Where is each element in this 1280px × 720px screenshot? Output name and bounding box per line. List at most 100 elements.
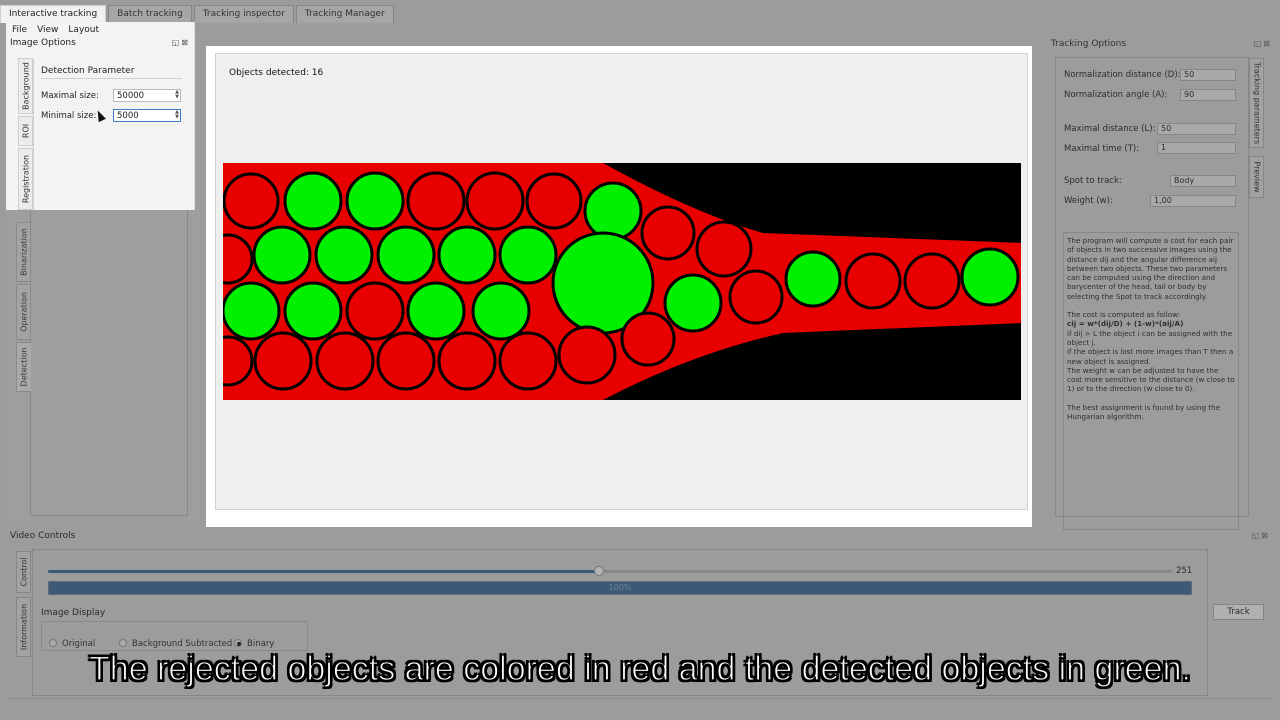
vtab-background[interactable]: Background — [18, 58, 33, 114]
image-options-dock-buttons[interactable]: ◱⊠ — [172, 38, 190, 47]
menu-file[interactable]: File — [12, 25, 27, 35]
vtab-information[interactable]: Information — [16, 597, 31, 657]
radio-background-subtracted[interactable]: Background Subtracted — [119, 639, 232, 649]
tracking-help-text: The program will compute a cost for each… — [1063, 232, 1239, 530]
tab-batch-tracking[interactable]: Batch tracking — [108, 5, 192, 23]
detection-parameter-title: Detection Parameter — [41, 66, 135, 76]
weight-spinbox[interactable]: 1,00 — [1150, 195, 1236, 207]
status-bar — [6, 698, 1274, 699]
maximal-size-label: Maximal size: — [41, 91, 99, 101]
tab-tracking-manager[interactable]: Tracking Manager — [295, 5, 394, 23]
tab-interactive-tracking[interactable]: Interactive tracking — [0, 5, 107, 23]
detected-object — [376, 225, 436, 285]
radio-original-label: Original — [62, 639, 96, 649]
vtab-control-label: Control — [19, 557, 28, 587]
detected-object — [471, 281, 531, 341]
minimal-size-spinbox[interactable]: 5000 ▲ ▼ — [113, 109, 181, 122]
maximal-time-spinbox[interactable]: 1 — [1157, 142, 1236, 154]
spin-arrows-icon[interactable]: ▲ ▼ — [175, 90, 179, 100]
vtab-control[interactable]: Control — [16, 551, 31, 593]
frame-slider[interactable] — [48, 566, 1172, 576]
track-button[interactable]: Track — [1213, 604, 1264, 620]
tracking-parameters-panel: Normalization distance (D): 50 Normaliza… — [1055, 57, 1249, 530]
vtab-information-label: Information — [19, 603, 28, 651]
menu-view[interactable]: View — [37, 25, 58, 35]
rejected-object — [525, 172, 583, 230]
rejected-object — [498, 331, 558, 391]
spot-to-track-select[interactable]: Body — [1170, 175, 1236, 187]
rejected-object — [437, 331, 497, 391]
minimal-size-label: Minimal size: — [41, 111, 97, 121]
vtab-tracking-parameters-label: Tracking parameters — [1252, 61, 1261, 145]
detected-object — [345, 171, 405, 231]
detected-object — [784, 250, 842, 308]
help-paragraph-2: The cost is computed as follow: cij = w*… — [1067, 310, 1235, 394]
detected-object — [498, 225, 558, 285]
vtab-registration[interactable]: Registration — [18, 148, 33, 210]
maximal-distance-label: Maximal distance (L): — [1064, 124, 1156, 134]
normalization-angle-spinbox[interactable]: 90 — [1180, 89, 1236, 101]
vtab-binarization[interactable]: Binarization — [16, 222, 31, 282]
detected-object — [283, 281, 343, 341]
rejected-object — [465, 171, 525, 231]
video-controls-dock-buttons[interactable]: ◱⊠ — [1252, 531, 1270, 540]
normalization-distance-label: Normalization distance (D): — [1064, 70, 1181, 80]
vtab-roi[interactable]: ROI — [18, 116, 33, 146]
objects-detected-count: Objects detected: 16 — [229, 68, 324, 78]
detected-object — [583, 181, 643, 241]
rejected-object — [315, 331, 375, 391]
detection-parameter-group: Detection Parameter Maximal size: 50000 … — [33, 60, 188, 210]
detected-object — [314, 225, 374, 285]
image-viewport: Objects detected: 16 — [206, 46, 1032, 527]
maximal-size-value: 50000 — [117, 91, 145, 101]
tab-tracking-inspector[interactable]: Tracking inspector — [193, 5, 294, 23]
rejected-object — [620, 311, 676, 367]
rejected-object — [557, 325, 617, 385]
menu-layout[interactable]: Layout — [68, 25, 99, 35]
binary-image — [223, 163, 1021, 400]
detected-object — [252, 225, 312, 285]
detected-object — [283, 171, 343, 231]
vtab-detection-label: Detection — [19, 347, 29, 387]
rejected-object — [406, 171, 466, 231]
spin-arrows-icon[interactable]: ▲ ▼ — [175, 110, 179, 120]
rejected-object — [223, 172, 280, 230]
vtab-preview[interactable]: Preview — [1249, 156, 1264, 198]
vtab-preview-label: Preview — [1252, 161, 1261, 193]
radio-binary-indicator[interactable] — [234, 639, 242, 647]
progress-bar: 100% — [48, 581, 1192, 595]
rejected-object — [695, 220, 753, 278]
minimal-size-value: 5000 — [117, 111, 139, 121]
detected-object — [406, 281, 466, 341]
vtab-binarization-label: Binarization — [19, 228, 28, 276]
maximal-distance-spinbox[interactable]: 50 — [1157, 123, 1236, 135]
vtab-detection[interactable]: Detection — [16, 342, 31, 392]
radio-binary[interactable]: Binary — [234, 639, 274, 649]
normalization-distance-spinbox[interactable]: 50 — [1180, 69, 1236, 81]
vtab-roi-label: ROI — [21, 123, 30, 139]
detected-object — [437, 225, 497, 285]
binary-image-canvas[interactable] — [223, 163, 1021, 400]
maximal-size-spinbox[interactable]: 50000 ▲ ▼ — [113, 89, 181, 102]
video-subtitle: The rejected objects are colored in red … — [88, 649, 1191, 688]
rejected-object — [844, 252, 902, 310]
radio-bg-indicator[interactable] — [119, 639, 127, 647]
maximal-time-label: Maximal time (T): — [1064, 144, 1140, 154]
help-paragraph-3: The best assignment is found by using th… — [1067, 402, 1221, 422]
radio-original[interactable]: Original — [49, 639, 95, 649]
vtab-registration-label: Registration — [21, 154, 30, 204]
image-view-area[interactable]: Objects detected: 16 — [215, 53, 1028, 510]
rejected-object — [640, 205, 696, 261]
vtab-operation[interactable]: Operation — [16, 284, 31, 340]
detected-object — [663, 273, 723, 333]
detection-divider — [41, 78, 182, 79]
help-cost-weight: The weight w can be adjusted to have the… — [1067, 365, 1235, 394]
help-cost-intro: The cost is computed as follow: — [1067, 310, 1181, 320]
help-cost-time: if the object is lost more images than T… — [1067, 347, 1234, 366]
rejected-object — [253, 331, 313, 391]
app-window: Interactive tracking Batch tracking Trac… — [0, 0, 1280, 720]
frame-slider-handle[interactable] — [593, 566, 604, 576]
radio-original-indicator[interactable] — [49, 639, 57, 647]
tracking-options-dock-buttons[interactable]: ◱⊠ — [1254, 39, 1272, 48]
vtab-tracking-parameters[interactable]: Tracking parameters — [1249, 58, 1264, 148]
